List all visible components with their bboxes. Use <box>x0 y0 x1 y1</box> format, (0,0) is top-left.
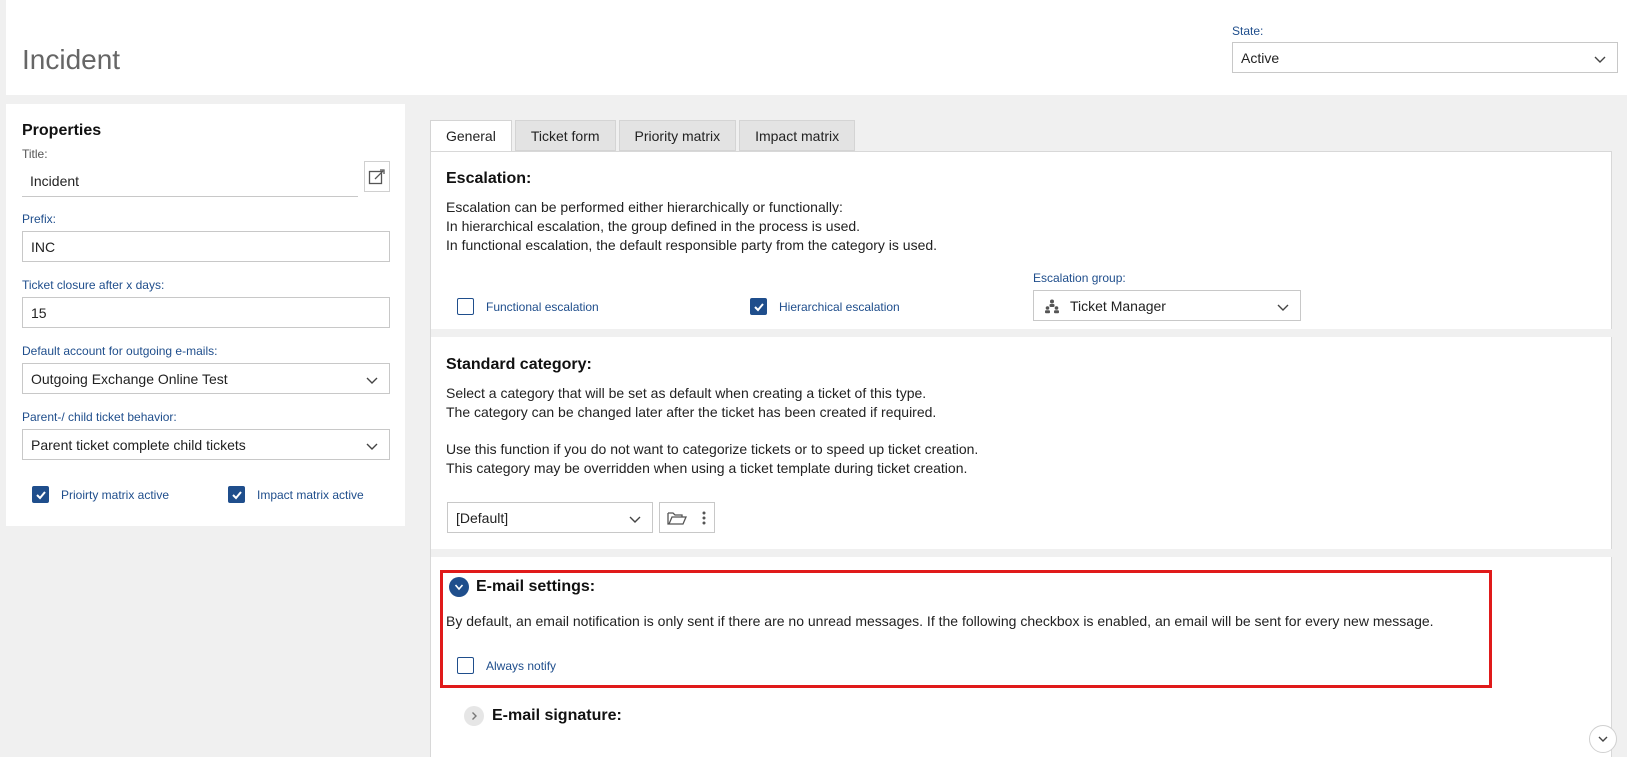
hierarchical-escalation-label: Hierarchical escalation <box>779 299 900 314</box>
closure-label: Ticket closure after x days: <box>22 278 165 292</box>
tab-priority-matrix[interactable]: Priority matrix <box>618 120 737 151</box>
state-field: State: Active <box>1232 24 1618 73</box>
email-settings-text: By default, an email notification is onl… <box>446 613 1434 629</box>
tab-impact-matrix[interactable]: Impact matrix <box>739 120 856 151</box>
escalation-line3: In functional escalation, the default re… <box>446 237 938 253</box>
functional-escalation-label: Functional escalation <box>486 299 599 314</box>
account-value: Outgoing Exchange Online Test <box>31 370 228 387</box>
chevron-down-icon <box>454 584 464 591</box>
escalation-group-value: Ticket Manager <box>1070 297 1166 314</box>
state-select[interactable]: Active <box>1232 42 1618 73</box>
closure-input[interactable]: 15 <box>22 297 390 328</box>
chevron-down-icon <box>1598 736 1608 742</box>
chevron-down-icon <box>1277 304 1289 311</box>
hierarchical-escalation-checkbox[interactable]: Hierarchical escalation <box>750 298 900 315</box>
impact-matrix-checkbox[interactable]: Impact matrix active <box>228 486 364 503</box>
tab-bar: General Ticket form Priority matrix Impa… <box>430 120 856 152</box>
account-field: Default account for outgoing e-mails: Ou… <box>22 344 390 394</box>
checkbox-unchecked-icon <box>457 657 474 674</box>
expand-email-signature-button[interactable] <box>464 706 484 726</box>
always-notify-checkbox[interactable]: Always notify <box>457 657 556 674</box>
email-signature-title: E-mail signature: <box>492 707 622 724</box>
category-value: [Default] <box>456 509 509 526</box>
checkbox-checked-icon <box>228 486 245 503</box>
prefix-value: INC <box>31 238 56 255</box>
title-field: Title: Incident <box>22 147 390 197</box>
edit-icon <box>368 168 385 184</box>
behavior-value: Parent ticket complete child tickets <box>31 436 246 453</box>
prefix-field: Prefix: INC <box>22 212 390 262</box>
account-select[interactable]: Outgoing Exchange Online Test <box>22 363 390 394</box>
tab-general[interactable]: General <box>430 120 512 152</box>
escalation-group-select[interactable]: Ticket Manager <box>1033 290 1301 321</box>
title-value: Incident <box>30 173 80 189</box>
escalation-title: Escalation: <box>446 170 532 187</box>
chevron-down-icon <box>629 516 641 523</box>
section-divider <box>431 549 1613 557</box>
page-header: Incident State: Active <box>6 0 1627 95</box>
category-select[interactable]: [Default] <box>447 502 653 533</box>
account-label: Default account for outgoing e-mails: <box>22 344 218 358</box>
state-label: State: <box>1232 24 1264 38</box>
escalation-line1: Escalation can be performed either hiera… <box>446 199 843 215</box>
escalation-line2: In hierarchical escalation, the group de… <box>446 218 861 234</box>
tab-ticket-form[interactable]: Ticket form <box>514 120 616 151</box>
category-line2: The category can be changed later after … <box>446 404 937 420</box>
category-line4: This category may be overridden when usi… <box>446 460 968 476</box>
title-input[interactable]: Incident <box>22 166 358 197</box>
properties-heading: Properties <box>22 122 102 139</box>
priority-matrix-label: Prioirty matrix active <box>61 487 170 502</box>
category-line1: Select a category that will be set as de… <box>446 385 927 401</box>
priority-matrix-checkbox[interactable]: Prioirty matrix active <box>32 486 169 503</box>
general-tab-content: Escalation: Escalation can be performed … <box>430 151 1613 757</box>
checkbox-checked-icon <box>32 486 49 503</box>
properties-panel: Properties Title: Incident Prefix: INC T… <box>6 104 405 526</box>
prefix-input[interactable]: INC <box>22 231 390 262</box>
always-notify-label: Always notify <box>486 658 557 673</box>
behavior-field: Parent-/ child ticket behavior: Parent t… <box>22 410 390 460</box>
checkbox-checked-icon <box>750 298 767 315</box>
checkbox-unchecked-icon <box>457 298 474 315</box>
chevron-right-icon <box>472 712 477 720</box>
category-actions <box>659 502 715 533</box>
section-divider <box>431 329 1613 337</box>
escalation-group-label: Escalation group: <box>1033 271 1126 285</box>
impact-matrix-label: Impact matrix active <box>257 487 364 502</box>
chevron-down-icon <box>366 443 378 450</box>
category-title: Standard category: <box>446 356 592 373</box>
edit-title-button[interactable] <box>364 161 390 192</box>
more-vertical-icon[interactable] <box>701 510 707 526</box>
prefix-label: Prefix: <box>22 212 57 226</box>
state-value: Active <box>1241 49 1280 66</box>
escalation-group-field: Escalation group: Ticket Manager <box>1033 271 1301 321</box>
chevron-down-icon <box>1594 56 1606 63</box>
folder-open-icon[interactable] <box>667 510 687 526</box>
group-icon <box>1045 299 1059 314</box>
category-line3: Use this function if you do not want to … <box>446 441 979 457</box>
functional-escalation-checkbox[interactable]: Functional escalation <box>457 298 599 315</box>
closure-field: Ticket closure after x days: 15 <box>22 278 390 328</box>
email-settings-title: E-mail settings: <box>476 578 596 595</box>
collapse-email-settings-button[interactable] <box>449 577 469 597</box>
behavior-label: Parent-/ child ticket behavior: <box>22 410 177 424</box>
chevron-down-icon <box>366 377 378 384</box>
title-label: Title: <box>22 147 48 161</box>
page-title: Incident <box>22 44 121 75</box>
scroll-down-button[interactable] <box>1589 725 1617 753</box>
closure-value: 15 <box>31 304 47 321</box>
behavior-select[interactable]: Parent ticket complete child tickets <box>22 429 390 460</box>
